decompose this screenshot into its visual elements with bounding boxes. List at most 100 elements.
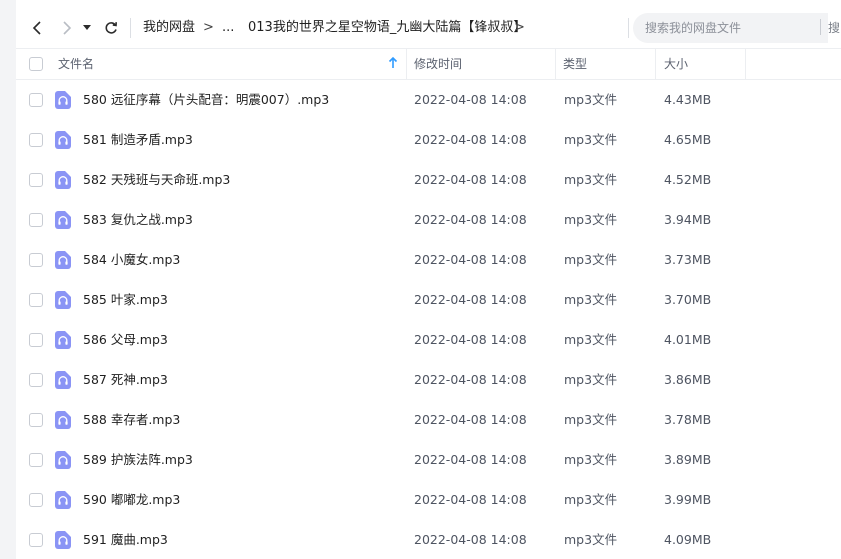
history-dropdown-button[interactable] [80,17,94,39]
file-type: mp3文件 [564,492,618,507]
file-list-panel: 我的网盘 > ... 013我的世界之星空物语_九幽大陆篇【锋叔叔】 > 搜 文… [16,0,841,559]
row-checkbox[interactable] [29,293,43,307]
breadcrumb-current[interactable]: 013我的世界之星空物语_九幽大陆篇【锋叔叔】 [248,20,526,36]
row-checkbox[interactable] [29,493,43,507]
file-row[interactable]: 585 叶家.mp3 2022-04-08 14:08 mp3文件 3.70MB [16,280,841,320]
search-input[interactable] [645,13,823,43]
file-manager-window: 我的网盘 > ... 013我的世界之星空物语_九幽大陆篇【锋叔叔】 > 搜 文… [0,0,841,559]
row-checkbox[interactable] [29,173,43,187]
column-divider[interactable] [555,49,556,79]
file-size: 3.73MB [664,252,712,267]
file-name[interactable]: 584 小魔女.mp3 [83,240,180,280]
file-row[interactable]: 584 小魔女.mp3 2022-04-08 14:08 mp3文件 3.73M… [16,240,841,280]
row-checkbox[interactable] [29,253,43,267]
file-type: mp3文件 [564,132,618,147]
sort-ascending-icon[interactable] [388,55,398,71]
column-header-modified[interactable]: 修改时间 [414,49,462,79]
file-type: mp3文件 [564,212,618,227]
back-button[interactable] [26,17,48,39]
file-modified-time: 2022-04-08 14:08 [414,132,527,147]
file-modified-time: 2022-04-08 14:08 [414,412,527,427]
row-checkbox[interactable] [29,133,43,147]
file-row[interactable]: 589 护族法阵.mp3 2022-04-08 14:08 mp3文件 3.89… [16,440,841,480]
file-modified-time: 2022-04-08 14:08 [414,492,527,507]
breadcrumb-root[interactable]: 我的网盘 [143,20,195,36]
row-checkbox[interactable] [29,213,43,227]
audio-file-icon [55,211,71,229]
file-modified-time: 2022-04-08 14:08 [414,532,527,547]
search-button[interactable]: 搜 [828,20,840,36]
row-checkbox[interactable] [29,533,43,547]
file-name[interactable]: 587 死神.mp3 [83,360,168,400]
audio-file-icon [55,371,71,389]
file-name[interactable]: 586 父母.mp3 [83,320,168,360]
breadcrumb-ellipsis[interactable]: ... [222,20,234,36]
search-divider [820,19,821,35]
file-row[interactable]: 590 嘟嘟龙.mp3 2022-04-08 14:08 mp3文件 3.99M… [16,480,841,520]
file-type: mp3文件 [564,452,618,467]
column-divider[interactable] [406,49,407,79]
refresh-icon [105,22,117,34]
file-row[interactable]: 588 幸存者.mp3 2022-04-08 14:08 mp3文件 3.78M… [16,400,841,440]
select-all-checkbox[interactable] [29,57,43,71]
file-type: mp3文件 [564,412,618,427]
file-name[interactable]: 590 嘟嘟龙.mp3 [83,480,180,520]
file-type: mp3文件 [564,332,618,347]
file-row[interactable]: 591 魔曲.mp3 2022-04-08 14:08 mp3文件 4.09MB [16,520,841,559]
navigation-toolbar: 我的网盘 > ... 013我的世界之星空物语_九幽大陆篇【锋叔叔】 > 搜 [16,10,841,46]
audio-file-icon [55,291,71,309]
file-type: mp3文件 [564,372,618,387]
file-modified-time: 2022-04-08 14:08 [414,452,527,467]
column-header-name[interactable]: 文件名 [58,49,94,79]
chevron-right-icon [63,21,72,35]
audio-file-icon [55,451,71,469]
file-name[interactable]: 591 魔曲.mp3 [83,520,168,559]
file-name[interactable]: 581 制造矛盾.mp3 [83,120,193,160]
file-name[interactable]: 585 叶家.mp3 [83,280,168,320]
column-divider[interactable] [745,49,746,79]
file-row[interactable]: 583 复仇之战.mp3 2022-04-08 14:08 mp3文件 3.94… [16,200,841,240]
toolbar-divider [130,18,131,38]
file-row[interactable]: 581 制造矛盾.mp3 2022-04-08 14:08 mp3文件 4.65… [16,120,841,160]
file-size: 4.01MB [664,332,712,347]
file-size: 4.09MB [664,532,712,547]
audio-file-icon [55,91,71,109]
audio-file-icon [55,531,71,549]
column-divider[interactable] [655,49,656,79]
row-checkbox[interactable] [29,333,43,347]
file-size: 4.65MB [664,132,712,147]
column-header-size[interactable]: 大小 [664,49,688,79]
file-name[interactable]: 583 复仇之战.mp3 [83,200,193,240]
search-divider-left [628,18,629,38]
audio-file-icon [55,331,71,349]
file-name[interactable]: 589 护族法阵.mp3 [83,440,193,480]
file-modified-time: 2022-04-08 14:08 [414,292,527,307]
sidebar-edge [0,0,16,559]
file-name[interactable]: 582 天残班与天命班.mp3 [83,160,230,200]
file-size: 3.70MB [664,292,712,307]
file-row[interactable]: 580 远征序幕（片头配音：明震007）.mp3 2022-04-08 14:0… [16,80,841,120]
file-size: 4.52MB [664,172,712,187]
forward-button[interactable] [56,17,78,39]
file-type: mp3文件 [564,292,618,307]
file-type: mp3文件 [564,532,618,547]
audio-file-icon [55,171,71,189]
file-row[interactable]: 582 天残班与天命班.mp3 2022-04-08 14:08 mp3文件 4… [16,160,841,200]
file-name[interactable]: 580 远征序幕（片头配音：明震007）.mp3 [83,80,329,120]
row-checkbox[interactable] [29,413,43,427]
file-modified-time: 2022-04-08 14:08 [414,252,527,267]
row-checkbox[interactable] [29,373,43,387]
file-row[interactable]: 587 死神.mp3 2022-04-08 14:08 mp3文件 3.86MB [16,360,841,400]
file-name[interactable]: 588 幸存者.mp3 [83,400,180,440]
chevron-left-icon [32,21,41,35]
file-type: mp3文件 [564,252,618,267]
row-checkbox[interactable] [29,453,43,467]
breadcrumb-trailing-separator[interactable]: > [514,20,525,36]
file-row[interactable]: 586 父母.mp3 2022-04-08 14:08 mp3文件 4.01MB [16,320,841,360]
file-size: 3.89MB [664,452,712,467]
column-header-type[interactable]: 类型 [563,49,587,79]
file-type: mp3文件 [564,92,618,107]
search-box[interactable] [633,13,828,43]
row-checkbox[interactable] [29,93,43,107]
refresh-button[interactable] [100,17,122,39]
